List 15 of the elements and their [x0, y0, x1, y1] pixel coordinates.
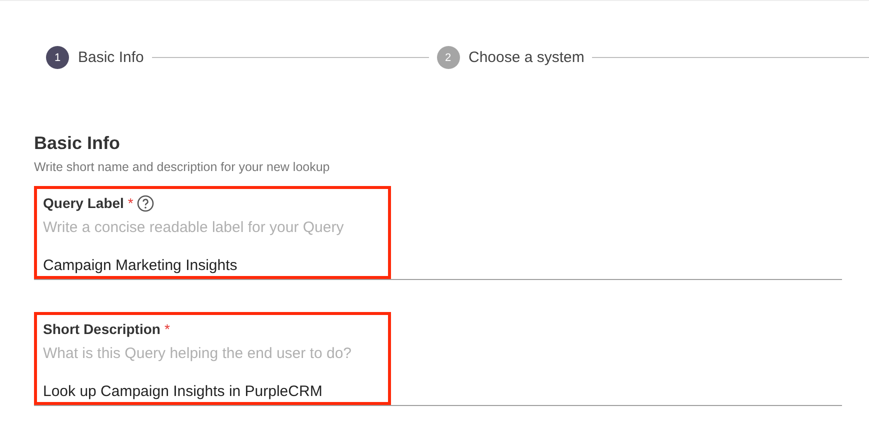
step-number: 1: [46, 46, 69, 69]
required-mark: *: [128, 195, 134, 211]
step-label[interactable]: Basic Info: [78, 49, 144, 66]
input-field[interactable]: Campaign Marketing Insights: [43, 257, 383, 274]
field-hint: What is this Query helping the end user to do?: [43, 345, 353, 362]
required-mark: *: [164, 321, 170, 337]
field-label: Query Label: [43, 195, 124, 211]
field-hint: Write a concise readable label for your Query: [43, 219, 345, 236]
section-subtitle: Write short name and description for your new lookup: [34, 160, 331, 174]
step-number: 2: [436, 46, 460, 69]
input-field[interactable]: Look up Campaign Insights in PurpleCRM: [43, 383, 383, 400]
section-title: Basic Info: [34, 133, 122, 154]
field-label: Short Description: [43, 321, 160, 337]
step-label[interactable]: Choose a system: [468, 49, 584, 66]
help-icon[interactable]: [137, 194, 154, 212]
